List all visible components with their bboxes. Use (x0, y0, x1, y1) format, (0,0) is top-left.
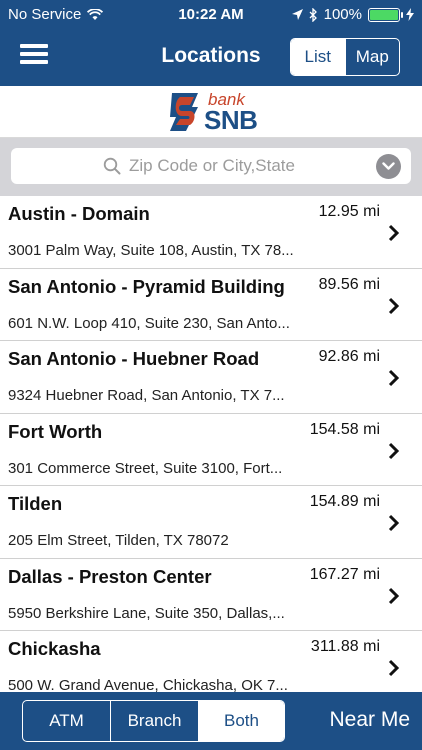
location-row[interactable]: Dallas - Preston Center 167.27 mi 5950 B… (0, 558, 422, 631)
location-distance: 154.58 mi (309, 420, 380, 438)
battery-icon (368, 7, 403, 22)
logo-bar: bank SNB (0, 86, 422, 138)
location-name: Austin - Domain (8, 203, 150, 224)
location-address: 5950 Berkshire Lane, Suite 350, Dallas,.… (8, 604, 285, 622)
charging-bolt-icon (406, 8, 414, 21)
bottom-bar: ATM Branch Both Near Me (0, 692, 422, 750)
location-address: 205 Elm Street, Tilden, TX 78072 (8, 532, 229, 549)
location-address: 9324 Huebner Road, San Antonio, TX 7... (8, 387, 285, 404)
location-distance: 92.86 mi (318, 348, 380, 365)
location-name: San Antonio - Pyramid Building (8, 275, 285, 297)
near-me-button[interactable]: Near Me (329, 708, 410, 732)
status-bar: No Service 10:22 AM 100% (0, 0, 422, 30)
filter-atm-button[interactable]: ATM (23, 701, 110, 741)
location-distance: 311.88 mi (310, 638, 380, 655)
bluetooth-icon (309, 7, 317, 22)
chevron-right-icon (388, 297, 400, 314)
search-dropdown-button[interactable] (376, 154, 401, 179)
location-row[interactable]: Fort Worth 154.58 mi 301 Commerce Street… (0, 413, 422, 486)
view-toggle: List Map (290, 38, 400, 76)
location-row[interactable]: Chickasha 311.88 mi 500 W. Grand Avenue,… (0, 631, 422, 692)
location-name: Fort Worth (8, 420, 103, 442)
location-row[interactable]: Austin - Domain 12.95 mi 3001 Palm Way, … (0, 196, 422, 269)
location-address: 500 W. Grand Avenue, Chickasha, OK 7... (8, 677, 288, 692)
chevron-down-icon (382, 162, 395, 170)
status-right: 100% (291, 6, 414, 23)
location-distance: 89.56 mi (318, 275, 380, 293)
search-input[interactable] (129, 154, 369, 178)
chevron-right-icon (388, 587, 400, 604)
search-bar (0, 138, 422, 196)
location-distance: 154.89 mi (309, 493, 380, 510)
chevron-right-icon (388, 442, 400, 459)
location-distance: 167.27 mi (309, 565, 380, 583)
location-arrow-icon (291, 9, 303, 20)
list-view-button[interactable]: List (291, 39, 345, 75)
filter-both-button[interactable]: Both (198, 701, 284, 741)
chevron-right-icon (388, 224, 400, 242)
location-name: Tilden (8, 493, 63, 514)
location-address: 601 N.W. Loop 410, Suite 230, San Anto..… (8, 314, 290, 332)
map-view-button[interactable]: Map (344, 39, 400, 75)
location-name: Chickasha (8, 638, 101, 659)
chevron-right-icon (388, 659, 400, 677)
search-icon (103, 157, 121, 175)
location-row[interactable]: San Antonio - Huebner Road 92.86 mi 9324… (0, 341, 422, 414)
locations-list: Austin - Domain 12.95 mi 3001 Palm Way, … (0, 196, 422, 692)
location-address: 3001 Palm Way, Suite 108, Austin, TX 78.… (8, 242, 294, 259)
location-address: 301 Commerce Street, Suite 3100, Fort... (8, 459, 283, 477)
location-name: San Antonio - Huebner Road (8, 348, 260, 369)
location-type-filter: ATM Branch Both (22, 700, 285, 742)
chevron-right-icon (388, 369, 400, 387)
search-box (11, 148, 411, 184)
battery-fill (370, 9, 398, 20)
location-distance: 12.95 mi (318, 203, 380, 220)
location-row[interactable]: San Antonio - Pyramid Building 89.56 mi … (0, 268, 422, 341)
logo-snb-text: SNB (204, 105, 258, 135)
location-row[interactable]: Tilden 154.89 mi 205 Elm Street, Tilden,… (0, 486, 422, 559)
filter-branch-button[interactable]: Branch (110, 701, 198, 741)
battery-percent: 100% (323, 6, 362, 23)
location-name: Dallas - Preston Center (8, 565, 212, 587)
chevron-right-icon (388, 514, 400, 532)
logo-mark-icon (170, 93, 198, 131)
nav-bar: Locations List Map (0, 30, 422, 86)
bank-logo: bank SNB (168, 90, 258, 135)
